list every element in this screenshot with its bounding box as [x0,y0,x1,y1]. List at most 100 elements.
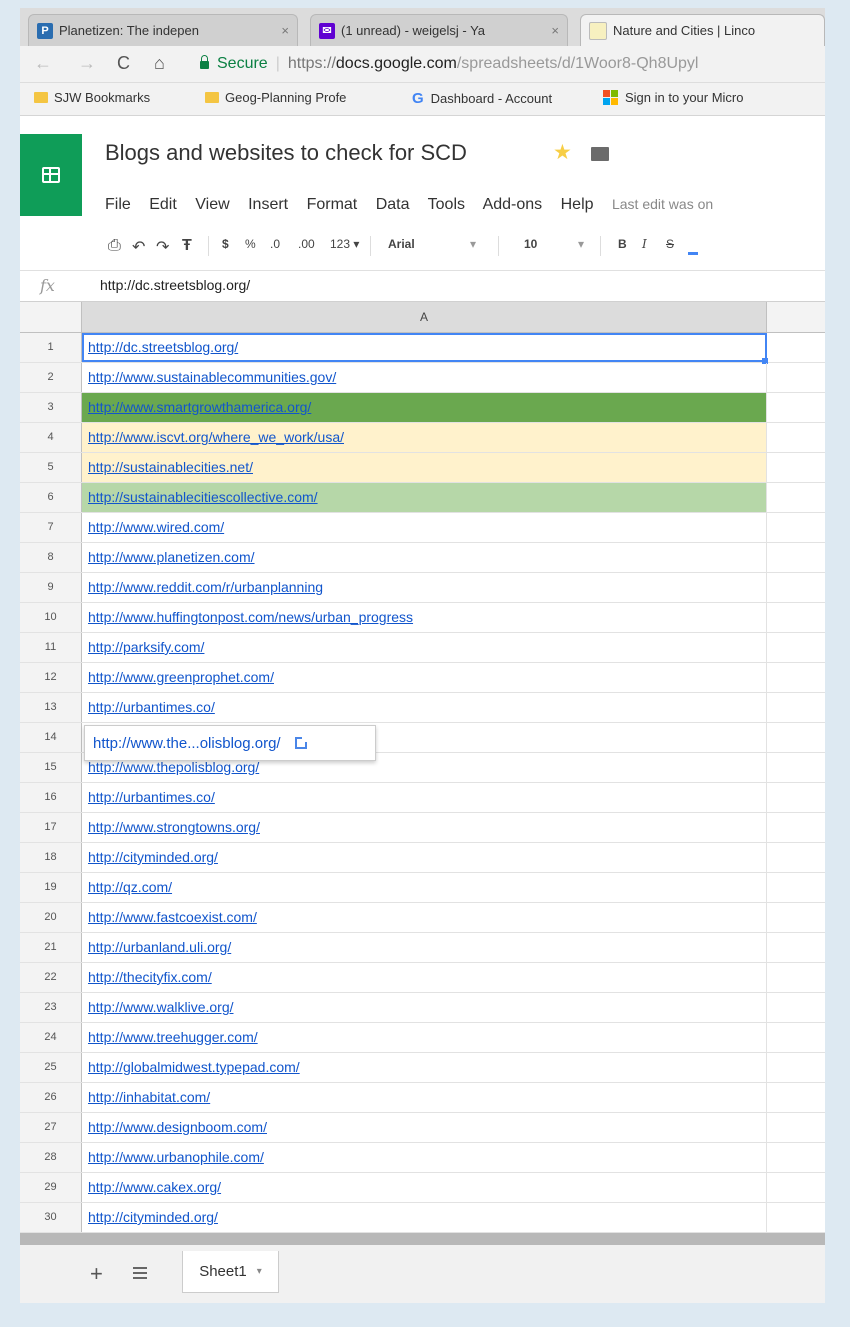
menu-data[interactable]: Data [376,196,410,213]
menu-addons[interactable]: Add-ons [483,196,543,213]
cell-a[interactable]: http://thecityfix.com/ [82,963,767,992]
row-number[interactable]: 4 [20,423,82,452]
bookmark-microsoft[interactable]: Sign in to your Micro [603,90,825,105]
link-preview-url[interactable]: http://www.the...olisblog.org/ [93,735,281,752]
italic-button[interactable]: I [642,237,647,251]
font-size-select[interactable]: 10 [524,237,537,251]
home-icon[interactable]: ⌂ [154,53,165,74]
browser-tab-planetizen[interactable]: P Planetizen: The indepen × [28,14,298,46]
cell-a[interactable]: http://inhabitat.com/ [82,1083,767,1112]
cell-a[interactable]: http://sustainablecitiescollective.com/ [82,483,767,512]
row-number[interactable]: 12 [20,663,82,692]
bookmark-dashboard[interactable]: G Dashboard - Account [412,90,592,107]
row-number[interactable]: 24 [20,1023,82,1052]
row-number[interactable]: 7 [20,513,82,542]
menu-tools[interactable]: Tools [428,196,465,213]
cell-a[interactable]: http://www.strongtowns.org/ [82,813,767,842]
row-number[interactable]: 20 [20,903,82,932]
row-number[interactable]: 5 [20,453,82,482]
row-number[interactable]: 30 [20,1203,82,1232]
redo-icon[interactable]: ↷ [156,237,169,257]
row-number[interactable]: 10 [20,603,82,632]
folder-icon[interactable] [591,147,609,161]
cell-a[interactable]: http://urbantimes.co/ [82,693,767,722]
column-header-a[interactable]: A [82,302,767,332]
sheets-logo-icon[interactable] [20,134,82,216]
row-number[interactable]: 11 [20,633,82,662]
row-number[interactable]: 27 [20,1113,82,1142]
row-number[interactable]: 21 [20,933,82,962]
browser-tab-nature-cities[interactable]: Nature and Cities | Linco [580,14,825,46]
close-icon[interactable]: × [551,23,559,38]
all-sheets-icon[interactable] [133,1267,147,1279]
add-sheet-button[interactable]: + [90,1261,103,1287]
cell-a[interactable]: http://globalmidwest.typepad.com/ [82,1053,767,1082]
close-icon[interactable]: × [281,23,289,38]
chevron-down-icon[interactable]: ▾ [470,237,476,251]
chevron-down-icon[interactable]: ▾ [257,1266,262,1277]
row-number[interactable]: 23 [20,993,82,1022]
strikethrough-button[interactable]: S [666,237,674,251]
row-number[interactable]: 2 [20,363,82,392]
cell-a[interactable]: http://qz.com/ [82,873,767,902]
increase-decimal-button[interactable]: .00 [298,237,315,251]
bookmark-geog[interactable]: Geog-Planning Profe [205,90,390,105]
last-edit-link[interactable]: Last edit was on [612,196,713,212]
percent-button[interactable]: % [245,237,256,251]
back-icon[interactable]: ← [34,53,52,74]
row-number[interactable]: 6 [20,483,82,512]
open-link-icon[interactable] [294,736,308,749]
row-number[interactable]: 13 [20,693,82,722]
cell-a[interactable]: http://www.wired.com/ [82,513,767,542]
undo-icon[interactable]: ↶ [132,237,145,257]
menu-view[interactable]: View [195,196,229,213]
chevron-down-icon[interactable]: ▾ [578,237,584,251]
cell-a[interactable]: http://sustainablecities.net/ [82,453,767,482]
font-select[interactable]: Arial [388,237,415,251]
row-number[interactable]: 25 [20,1053,82,1082]
menu-file[interactable]: File [105,196,131,213]
cell-a[interactable]: http://cityminded.org/ [82,1203,767,1232]
decrease-decimal-button[interactable]: .0 [270,237,280,251]
cell-a[interactable]: http://www.walklive.org/ [82,993,767,1022]
bookmark-sjw[interactable]: SJW Bookmarks [34,90,199,105]
cell-a[interactable]: http://www.smartgrowthamerica.org/ [82,393,767,422]
forward-icon[interactable]: → [78,53,96,74]
row-number[interactable]: 18 [20,843,82,872]
row-number[interactable]: 28 [20,1143,82,1172]
sheet-tab-sheet1[interactable]: Sheet1 ▾ [182,1251,279,1293]
menu-edit[interactable]: Edit [149,196,177,213]
cell-a[interactable]: http://parksify.com/ [82,633,767,662]
row-number[interactable]: 15 [20,753,82,782]
horizontal-scrollbar[interactable] [20,1233,825,1245]
browser-tab-yahoo-mail[interactable]: ✉ (1 unread) - weigelsj - Ya × [310,14,568,46]
cell-a[interactable]: http://www.fastcoexist.com/ [82,903,767,932]
row-number[interactable]: 9 [20,573,82,602]
row-number[interactable]: 8 [20,543,82,572]
cell-a[interactable]: http://www.urbanophile.com/ [82,1143,767,1172]
cell-a[interactable]: http://urbantimes.co/ [82,783,767,812]
cell-a[interactable]: http://dc.streetsblog.org/ [82,333,767,362]
row-number[interactable]: 29 [20,1173,82,1202]
row-number[interactable]: 14 [20,723,82,752]
reload-icon[interactable]: C [117,53,130,74]
row-number[interactable]: 17 [20,813,82,842]
cell-a[interactable]: http://urbanland.uli.org/ [82,933,767,962]
cell-a[interactable]: http://www.reddit.com/r/urbanplanning [82,573,767,602]
cell-a[interactable]: http://www.designboom.com/ [82,1113,767,1142]
document-title[interactable]: Blogs and websites to check for SCD [105,140,467,166]
bold-button[interactable]: B [618,237,627,251]
cell-a[interactable]: http://www.cakex.org/ [82,1173,767,1202]
cell-a[interactable]: http://www.treehugger.com/ [82,1023,767,1052]
text-color-icon[interactable] [688,252,698,255]
cell-a[interactable]: http://www.greenprophet.com/ [82,663,767,692]
link-preview-popup[interactable]: http://www.the...olisblog.org/ [84,725,376,761]
menu-insert[interactable]: Insert [248,196,288,213]
star-icon[interactable]: ★ [553,140,572,165]
cell-a[interactable]: http://www.iscvt.org/where_we_work/usa/ [82,423,767,452]
menu-format[interactable]: Format [307,196,358,213]
cell-a[interactable]: http://www.sustainablecommunities.gov/ [82,363,767,392]
print-icon[interactable]: ⎙ [108,237,121,255]
row-number[interactable]: 16 [20,783,82,812]
row-number[interactable]: 19 [20,873,82,902]
